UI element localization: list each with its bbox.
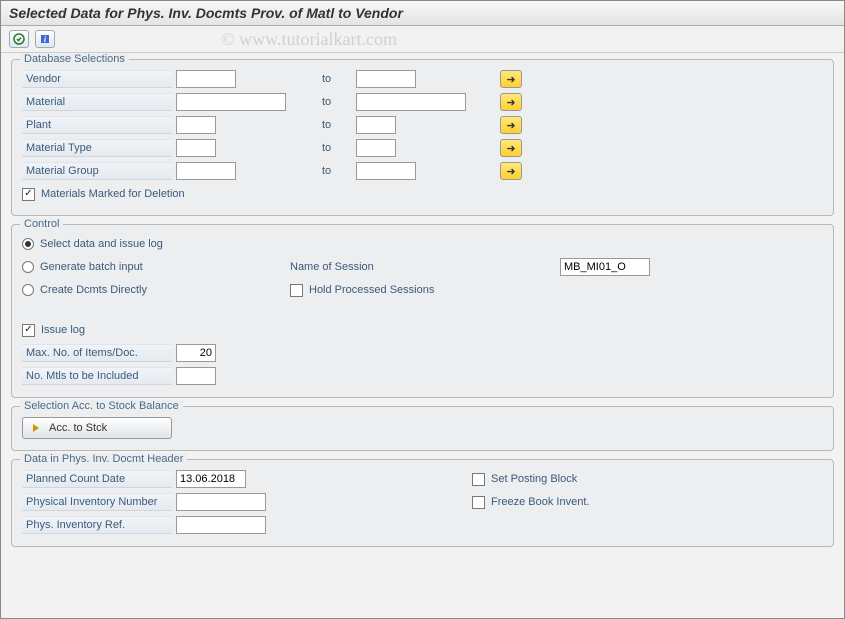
vendor-multi-button[interactable]: ➜ [500, 70, 522, 88]
vendor-to-input[interactable] [356, 70, 416, 88]
row-issue-log: ✓ Issue log [22, 320, 823, 340]
mtype-from-input[interactable] [176, 139, 216, 157]
group-database-selections: Database Selections Vendor to ➜ Material… [11, 59, 834, 216]
mgroup-from-input[interactable] [176, 162, 236, 180]
material-to-input[interactable] [356, 93, 466, 111]
row-radio-create-direct: Create Dcmts Directly Hold Processed Ses… [22, 280, 823, 300]
label-no-mtls: No. Mtls to be Included [22, 367, 172, 385]
radio-batch-input[interactable] [22, 261, 34, 273]
row-material-type: Material Type to ➜ [22, 138, 823, 158]
no-mtls-input[interactable] [176, 367, 216, 385]
plant-to-input[interactable] [356, 116, 396, 134]
material-multi-button[interactable]: ➜ [500, 93, 522, 111]
row-material: Material to ➜ [22, 92, 823, 112]
triangle-right-icon [33, 424, 39, 432]
row-marked-deletion: ✓ Materials Marked for Deletion [22, 184, 823, 204]
group-title-control: Control [20, 218, 63, 230]
label-material-type: Material Type [22, 139, 172, 157]
row-pinv-ref: Phys. Inventory Ref. [22, 515, 823, 535]
execute-button[interactable] [9, 30, 29, 48]
to-label: to [302, 96, 352, 108]
label-material: Material [22, 93, 172, 111]
acc-to-stock-button[interactable]: Acc. to Stck [22, 417, 172, 439]
group-title-stock: Selection Acc. to Stock Balance [20, 400, 183, 412]
group-title-db: Database Selections [20, 53, 129, 65]
arrow-right-icon: ➜ [506, 165, 515, 178]
group-stock-balance: Selection Acc. to Stock Balance Acc. to … [11, 406, 834, 451]
row-pinv-number: Physical Inventory Number Freeze Book In… [22, 492, 823, 512]
row-radio-select-log: Select data and issue log [22, 234, 823, 254]
to-label: to [302, 142, 352, 154]
label-pinv-ref: Phys. Inventory Ref. [22, 516, 172, 534]
material-from-input[interactable] [176, 93, 286, 111]
row-no-mtls: No. Mtls to be Included [22, 366, 823, 386]
arrow-right-icon: ➜ [506, 96, 515, 109]
pinv-ref-input[interactable] [176, 516, 266, 534]
to-label: to [302, 119, 352, 131]
group-control: Control Select data and issue log Genera… [11, 224, 834, 398]
marked-deletion-label[interactable]: Materials Marked for Deletion [41, 188, 185, 200]
hold-sessions-label[interactable]: Hold Processed Sessions [309, 284, 434, 296]
arrow-right-icon: ➜ [506, 142, 515, 155]
label-pinv-number: Physical Inventory Number [22, 493, 172, 511]
plant-multi-button[interactable]: ➜ [500, 116, 522, 134]
radio-batch-label[interactable]: Generate batch input [40, 261, 172, 273]
posting-block-checkbox[interactable] [472, 473, 485, 486]
freeze-book-label[interactable]: Freeze Book Invent. [491, 496, 589, 508]
info-icon: i [39, 33, 51, 45]
info-button[interactable]: i [35, 30, 55, 48]
mgroup-to-input[interactable] [356, 162, 416, 180]
label-material-group: Material Group [22, 162, 172, 180]
acc-to-stock-label: Acc. to Stck [49, 422, 107, 434]
max-items-input[interactable] [176, 344, 216, 362]
mtype-to-input[interactable] [356, 139, 396, 157]
label-planned-date: Planned Count Date [22, 470, 172, 488]
row-max-items: Max. No. of Items/Doc. [22, 343, 823, 363]
row-material-group: Material Group to ➜ [22, 161, 823, 181]
posting-block-label[interactable]: Set Posting Block [491, 473, 577, 485]
marked-deletion-checkbox[interactable]: ✓ [22, 188, 35, 201]
radio-select-log-label[interactable]: Select data and issue log [40, 238, 163, 250]
plant-from-input[interactable] [176, 116, 216, 134]
pinv-number-input[interactable] [176, 493, 266, 511]
radio-create-direct[interactable] [22, 284, 34, 296]
toolbar: i [1, 26, 844, 53]
issue-log-checkbox[interactable]: ✓ [22, 324, 35, 337]
content-area: Database Selections Vendor to ➜ Material… [1, 53, 844, 561]
label-vendor: Vendor [22, 70, 172, 88]
row-plant: Plant to ➜ [22, 115, 823, 135]
to-label: to [302, 73, 352, 85]
arrow-right-icon: ➜ [506, 119, 515, 132]
label-max-items: Max. No. of Items/Doc. [22, 344, 172, 362]
page-title: Selected Data for Phys. Inv. Docmts Prov… [1, 1, 844, 26]
app-window: Selected Data for Phys. Inv. Docmts Prov… [0, 0, 845, 619]
radio-select-log[interactable] [22, 238, 34, 250]
session-name-label: Name of Session [290, 261, 450, 273]
row-planned-date: Planned Count Date Set Posting Block [22, 469, 823, 489]
to-label: to [302, 165, 352, 177]
row-vendor: Vendor to ➜ [22, 69, 823, 89]
execute-icon [13, 33, 25, 45]
group-title-header: Data in Phys. Inv. Docmt Header [20, 453, 187, 465]
freeze-book-checkbox[interactable] [472, 496, 485, 509]
radio-create-direct-label[interactable]: Create Dcmts Directly [40, 284, 172, 296]
arrow-right-icon: ➜ [506, 73, 515, 86]
planned-date-input[interactable] [176, 470, 246, 488]
session-name-input[interactable] [560, 258, 650, 276]
label-plant: Plant [22, 116, 172, 134]
vendor-from-input[interactable] [176, 70, 236, 88]
group-header-data: Data in Phys. Inv. Docmt Header Planned … [11, 459, 834, 547]
hold-sessions-checkbox[interactable] [290, 284, 303, 297]
row-radio-batch: Generate batch input Name of Session [22, 257, 823, 277]
mtype-multi-button[interactable]: ➜ [500, 139, 522, 157]
mgroup-multi-button[interactable]: ➜ [500, 162, 522, 180]
issue-log-label[interactable]: Issue log [41, 324, 85, 336]
